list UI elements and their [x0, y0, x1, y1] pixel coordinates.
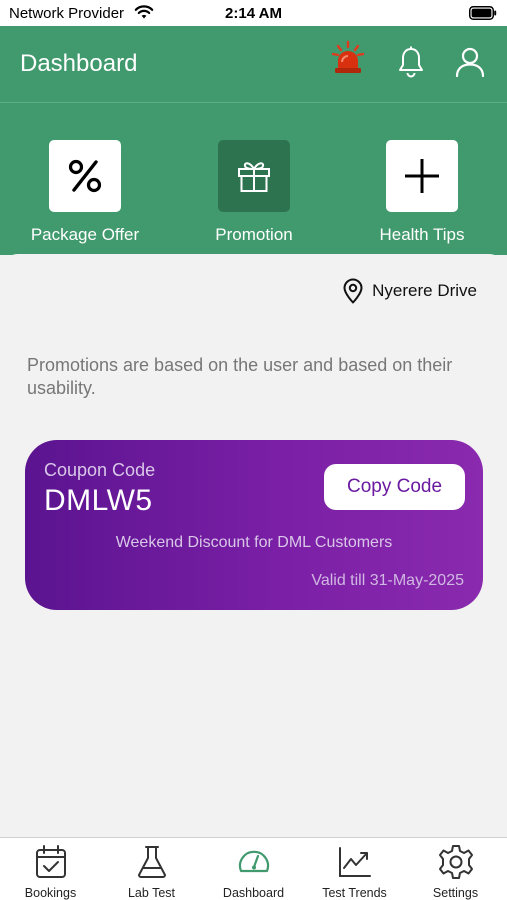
main-content: Nyerere Drive Promotions are based on th… — [0, 254, 507, 837]
package-offer-button[interactable]: Package Offer — [15, 103, 155, 253]
tab-dashboard[interactable]: Dashboard — [203, 838, 304, 900]
coupon-validity: Valid till 31-May-2025 — [311, 572, 464, 589]
location-selector[interactable]: Nyerere Drive — [342, 278, 477, 304]
location-text: Nyerere Drive — [372, 281, 477, 300]
tab-test-trends-label: Test Trends — [322, 886, 387, 900]
quick-actions: Package Offer Promotion Health Tips — [0, 103, 507, 255]
coupon-card: Coupon Code DMLW5 Copy Code Weekend Disc… — [25, 440, 483, 610]
user-icon[interactable] — [455, 46, 485, 78]
location-pin-icon — [343, 278, 363, 304]
package-offer-label: Package Offer — [30, 225, 140, 244]
bell-icon[interactable] — [397, 46, 425, 78]
gear-icon — [439, 845, 473, 879]
promotion-label: Promotion — [215, 225, 293, 244]
tab-settings[interactable]: Settings — [405, 838, 506, 900]
tab-bookings-label: Bookings — [24, 886, 77, 900]
health-tips-label: Health Tips — [379, 225, 465, 244]
calendar-check-icon — [36, 845, 66, 878]
status-bar: Network Provider 2:14 AM — [0, 0, 507, 26]
promotion-info-text: Promotions are based on the user and bas… — [27, 355, 453, 398]
tab-test-trends[interactable]: Test Trends — [304, 838, 405, 900]
coupon-description: Weekend Discount for DML Customers — [115, 534, 393, 551]
coupon-label: Coupon Code — [44, 460, 156, 480]
copy-code-button[interactable]: Copy Code — [324, 464, 465, 510]
health-tips-tile — [386, 140, 458, 212]
tab-settings-label: Settings — [432, 886, 479, 900]
trend-chart-icon — [339, 847, 371, 877]
promotion-button[interactable]: Promotion — [184, 103, 324, 253]
gauge-icon — [238, 850, 270, 873]
battery-icon — [469, 6, 497, 20]
tab-lab-test-label: Lab Test — [127, 886, 176, 900]
health-tips-button[interactable]: Health Tips — [352, 103, 492, 253]
tab-bookings[interactable]: Bookings — [0, 838, 101, 900]
package-offer-tile — [49, 140, 121, 212]
coupon-code: DMLW5 — [44, 484, 153, 517]
status-time: 2:14 AM — [225, 5, 282, 22]
siren-icon[interactable] — [330, 40, 366, 76]
tab-dashboard-label: Dashboard — [222, 886, 285, 900]
promotion-tile — [218, 140, 290, 212]
percent-icon — [68, 159, 102, 193]
gift-icon — [238, 162, 270, 192]
tab-bar: Bookings Lab Test Dashboard Test Trends — [0, 837, 507, 900]
tab-lab-test[interactable]: Lab Test — [101, 838, 202, 900]
plus-icon — [405, 159, 439, 193]
flask-icon — [138, 846, 166, 878]
page-title: Dashboard — [20, 50, 138, 77]
app-header: Dashboard — [0, 26, 507, 102]
